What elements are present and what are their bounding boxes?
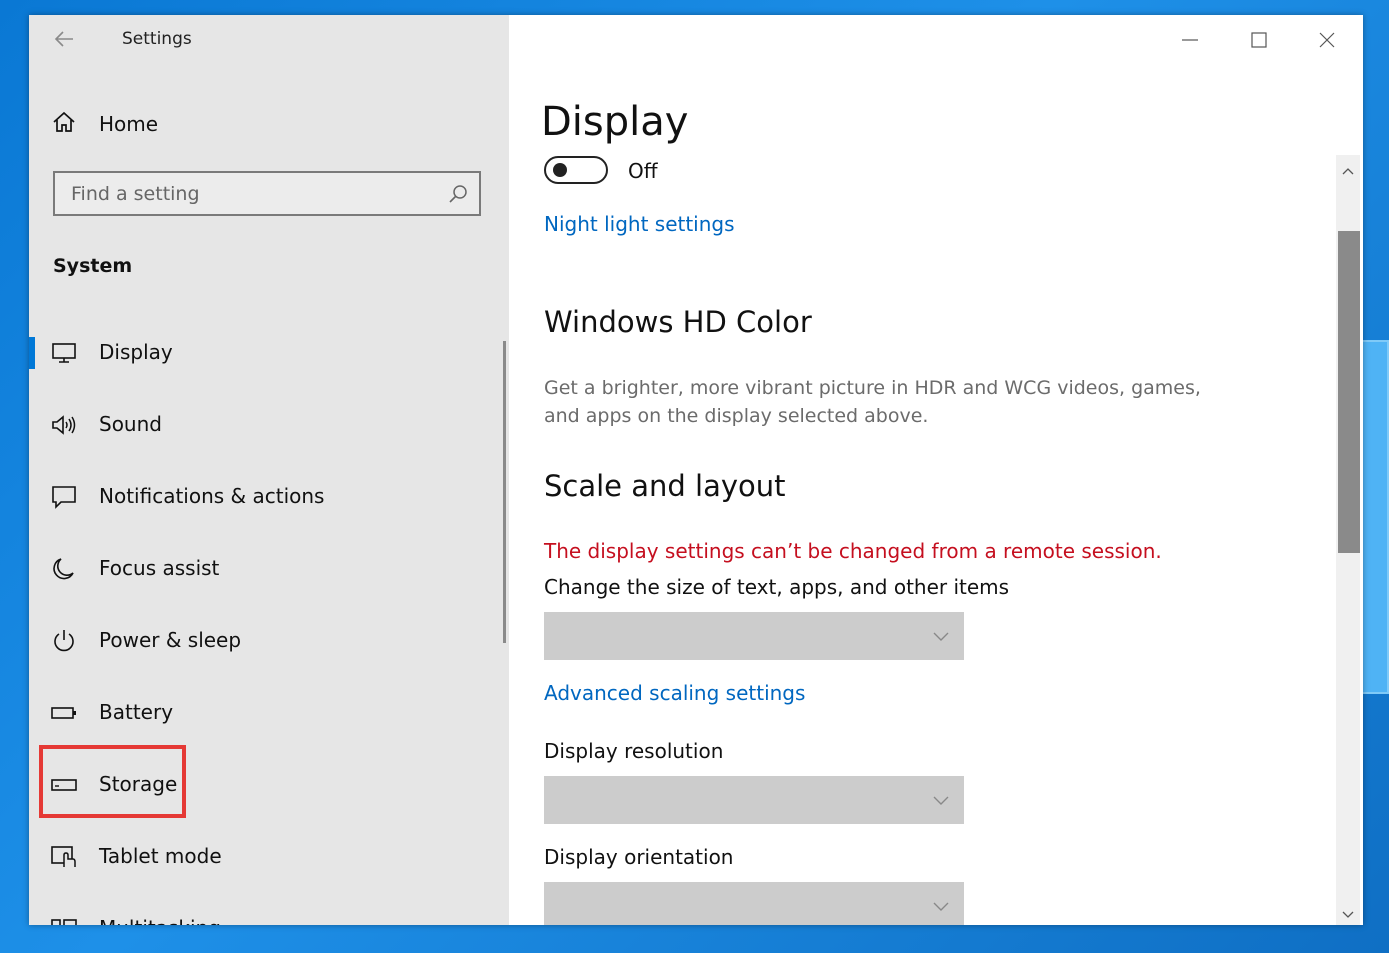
resolution-label: Display resolution xyxy=(544,739,724,763)
night-light-toggle[interactable] xyxy=(544,156,608,184)
search-icon[interactable] xyxy=(447,183,469,209)
multitasking-icon xyxy=(51,917,77,925)
home-label: Home xyxy=(99,112,159,136)
scroll-down-icon[interactable] xyxy=(1342,905,1354,918)
notification-icon xyxy=(51,485,77,509)
sidebar-scrollbar[interactable] xyxy=(503,341,506,643)
orientation-dropdown[interactable] xyxy=(544,882,964,925)
scale-layout-heading: Scale and layout xyxy=(544,469,786,503)
desktop-background-shape xyxy=(1359,340,1389,694)
orientation-label: Display orientation xyxy=(544,845,734,869)
toggle-knob xyxy=(553,163,567,177)
sidebar-item-sound[interactable]: Sound xyxy=(29,402,499,448)
home-icon xyxy=(51,109,77,139)
search-input[interactable] xyxy=(69,178,433,210)
home-link[interactable]: Home xyxy=(51,107,158,141)
section-title: System xyxy=(53,255,133,277)
main-content: Display Off Night light settings Windows… xyxy=(509,15,1363,925)
sidebar: Settings Home System Display Sound xyxy=(29,15,509,925)
battery-icon xyxy=(51,701,77,725)
settings-window: Settings Home System Display Sound xyxy=(29,15,1363,925)
sidebar-item-label: Focus assist xyxy=(99,556,220,580)
hd-color-description: Get a brighter, more vibrant picture in … xyxy=(544,377,1201,427)
sidebar-item-label: Notifications & actions xyxy=(99,484,325,508)
sidebar-item-label: Sound xyxy=(99,412,162,436)
maximize-icon[interactable] xyxy=(1248,29,1270,51)
moon-icon xyxy=(51,557,77,581)
sidebar-item-display[interactable]: Display xyxy=(29,330,499,376)
advanced-scaling-link[interactable]: Advanced scaling settings xyxy=(544,681,805,705)
speaker-icon xyxy=(51,413,77,437)
resolution-dropdown[interactable] xyxy=(544,776,964,824)
sidebar-item-label: Battery xyxy=(99,700,174,724)
chevron-down-icon xyxy=(932,627,950,649)
storage-highlight-box xyxy=(39,745,186,818)
content-scrollbar[interactable] xyxy=(1336,155,1360,925)
size-label: Change the size of text, apps, and other… xyxy=(544,575,1010,599)
sidebar-item-label: Power & sleep xyxy=(99,628,242,652)
toggle-state-label: Off xyxy=(628,159,658,183)
scroll-up-icon[interactable] xyxy=(1342,163,1354,175)
sidebar-item-label: Multitasking xyxy=(99,916,221,925)
page-title: Display xyxy=(541,99,689,145)
scrollbar-thumb[interactable] xyxy=(1338,231,1360,553)
sidebar-item-multitasking[interactable]: Multitasking xyxy=(29,906,499,925)
sidebar-item-power-sleep[interactable]: Power & sleep xyxy=(29,618,499,664)
sidebar-item-notifications[interactable]: Notifications & actions xyxy=(29,474,499,520)
chevron-down-icon xyxy=(932,791,950,813)
search-box[interactable] xyxy=(53,171,481,216)
sidebar-item-focus-assist[interactable]: Focus assist xyxy=(29,546,499,592)
back-arrow-icon[interactable] xyxy=(53,27,77,51)
close-icon[interactable] xyxy=(1316,29,1338,51)
sidebar-item-battery[interactable]: Battery xyxy=(29,690,499,736)
sidebar-item-label: Display xyxy=(99,340,173,364)
tablet-mode-icon xyxy=(51,845,77,869)
night-light-settings-link[interactable]: Night light settings xyxy=(544,212,735,236)
power-icon xyxy=(51,629,77,653)
minimize-icon[interactable] xyxy=(1179,29,1201,51)
remote-session-warning: The display settings can’t be changed fr… xyxy=(544,539,1162,563)
scale-dropdown[interactable] xyxy=(544,612,964,660)
app-title: Settings xyxy=(122,29,192,49)
sidebar-item-tablet-mode[interactable]: Tablet mode xyxy=(29,834,499,880)
monitor-icon xyxy=(51,341,77,365)
chevron-down-icon xyxy=(932,897,950,919)
hd-color-heading: Windows HD Color xyxy=(544,305,812,339)
sidebar-item-label: Tablet mode xyxy=(99,844,222,868)
